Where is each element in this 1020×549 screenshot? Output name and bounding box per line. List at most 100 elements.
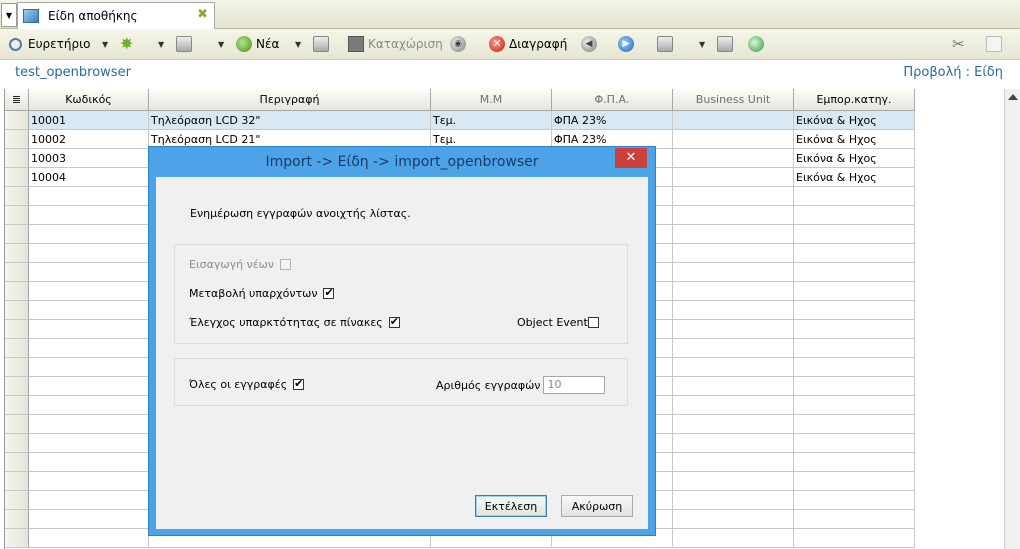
table-cell[interactable] — [794, 187, 915, 206]
new-button[interactable]: Νέα — [236, 34, 279, 54]
vertical-scrollbar[interactable] — [1004, 89, 1020, 549]
table-cell[interactable]: 10003 — [29, 149, 149, 168]
table-cell[interactable]: Εικόνα & Ηχος — [794, 111, 915, 130]
table-cell[interactable] — [29, 472, 149, 491]
row-header[interactable] — [5, 339, 29, 358]
table-cell[interactable]: 10004 — [29, 168, 149, 187]
table-cell[interactable] — [673, 529, 794, 548]
table-cell[interactable] — [794, 396, 915, 415]
modify-existing-box[interactable] — [323, 286, 335, 299]
scroll-up-icon[interactable] — [1008, 94, 1018, 100]
table-cell[interactable] — [794, 415, 915, 434]
row-header[interactable] — [5, 472, 29, 491]
table-cell[interactable] — [673, 149, 794, 168]
table-cell[interactable] — [673, 282, 794, 301]
column-header[interactable]: Φ.Π.Α. — [552, 89, 673, 111]
insert-new-box[interactable] — [280, 259, 292, 270]
row-header[interactable] — [5, 168, 29, 187]
tab-items-warehouse[interactable]: Είδη αποθήκης ✖ — [17, 2, 215, 29]
table-cell[interactable]: ΦΠΑ 23% — [552, 111, 673, 130]
refresh-button[interactable]: ◉ — [450, 34, 470, 54]
row-header[interactable] — [5, 187, 29, 206]
search-button[interactable]: Ευρετήριο — [9, 34, 90, 54]
wizard-button[interactable]: ✸ — [120, 34, 140, 54]
table-cell[interactable] — [673, 320, 794, 339]
row-header[interactable] — [5, 510, 29, 529]
table-cell[interactable]: Τεμ. — [431, 111, 552, 130]
all-records-checkbox[interactable]: Όλες οι εγγραφές — [189, 377, 305, 391]
table-cell[interactable] — [29, 282, 149, 301]
record-count-input[interactable]: 10 — [543, 376, 606, 394]
wizard-dropdown[interactable]: ▼ — [158, 34, 164, 54]
close-button[interactable]: ✕ — [615, 148, 647, 168]
cancel-button[interactable]: Ακύρωση — [561, 495, 633, 517]
table-cell[interactable]: Εικόνα & Ηχος — [794, 168, 915, 187]
table-cell[interactable] — [794, 472, 915, 491]
table-cell[interactable] — [673, 358, 794, 377]
table-cell[interactable] — [673, 187, 794, 206]
table-cell[interactable] — [673, 491, 794, 510]
row-header[interactable] — [5, 396, 29, 415]
preview-button[interactable] — [176, 34, 196, 54]
table-cell[interactable] — [673, 510, 794, 529]
new-dropdown[interactable]: ▼ — [295, 34, 301, 54]
column-header[interactable]: Κωδικός — [29, 89, 149, 111]
column-header[interactable]: Business Unit — [673, 89, 794, 111]
row-header[interactable] — [5, 320, 29, 339]
close-icon[interactable]: ✖ — [197, 7, 208, 22]
table-cell[interactable]: Εικόνα & Ηχος — [794, 149, 915, 168]
preview-dropdown[interactable]: ▼ — [218, 34, 224, 54]
search-dropdown[interactable]: ▼ — [102, 34, 108, 54]
table-cell[interactable] — [794, 206, 915, 225]
row-header[interactable] — [5, 130, 29, 149]
table-cell[interactable] — [673, 130, 794, 149]
table-cell[interactable] — [673, 111, 794, 130]
copy-button[interactable] — [313, 34, 333, 54]
delete-button[interactable]: ✕ Διαγραφή — [489, 34, 567, 54]
row-header[interactable] — [5, 358, 29, 377]
column-header[interactable]: Περιγραφή — [149, 89, 431, 111]
table-cell[interactable]: 10001 — [29, 111, 149, 130]
row-header[interactable] — [5, 377, 29, 396]
all-records-box[interactable] — [293, 377, 305, 390]
table-cell[interactable] — [29, 415, 149, 434]
table-cell[interactable] — [794, 244, 915, 263]
row-header[interactable] — [5, 263, 29, 282]
previous-button[interactable]: ◀ — [581, 34, 601, 54]
table-cell[interactable] — [29, 358, 149, 377]
row-header[interactable] — [5, 415, 29, 434]
table-cell[interactable] — [29, 339, 149, 358]
form-button[interactable] — [717, 34, 737, 54]
table-cell[interactable] — [673, 263, 794, 282]
table-cell[interactable] — [673, 225, 794, 244]
table-cell[interactable] — [794, 339, 915, 358]
table-cell[interactable] — [794, 358, 915, 377]
save-button[interactable]: Καταχώριση — [348, 34, 443, 54]
table-cell[interactable] — [673, 244, 794, 263]
table-cell[interactable] — [794, 301, 915, 320]
row-header[interactable] — [5, 111, 29, 130]
table-cell[interactable] — [29, 206, 149, 225]
table-cell[interactable] — [794, 434, 915, 453]
row-header[interactable] — [5, 453, 29, 472]
table-cell[interactable] — [673, 301, 794, 320]
check-existence-box[interactable] — [388, 315, 400, 328]
print-dropdown[interactable]: ▼ — [699, 34, 705, 54]
table-cell[interactable] — [29, 491, 149, 510]
table-cell[interactable] — [673, 453, 794, 472]
row-header[interactable] — [5, 529, 29, 548]
table-cell[interactable] — [794, 377, 915, 396]
table-cell[interactable] — [794, 453, 915, 472]
table-cell[interactable] — [29, 434, 149, 453]
table-cell[interactable] — [673, 206, 794, 225]
table-cell[interactable] — [29, 225, 149, 244]
table-cell[interactable] — [29, 377, 149, 396]
table-cell[interactable]: 10002 — [29, 130, 149, 149]
column-chooser-icon[interactable]: ≣ — [5, 89, 29, 111]
table-cell[interactable] — [673, 472, 794, 491]
table-cell[interactable] — [29, 244, 149, 263]
table-cell[interactable] — [29, 529, 149, 548]
row-header[interactable] — [5, 149, 29, 168]
next-button[interactable]: ▶ — [618, 34, 638, 54]
row-header[interactable] — [5, 434, 29, 453]
